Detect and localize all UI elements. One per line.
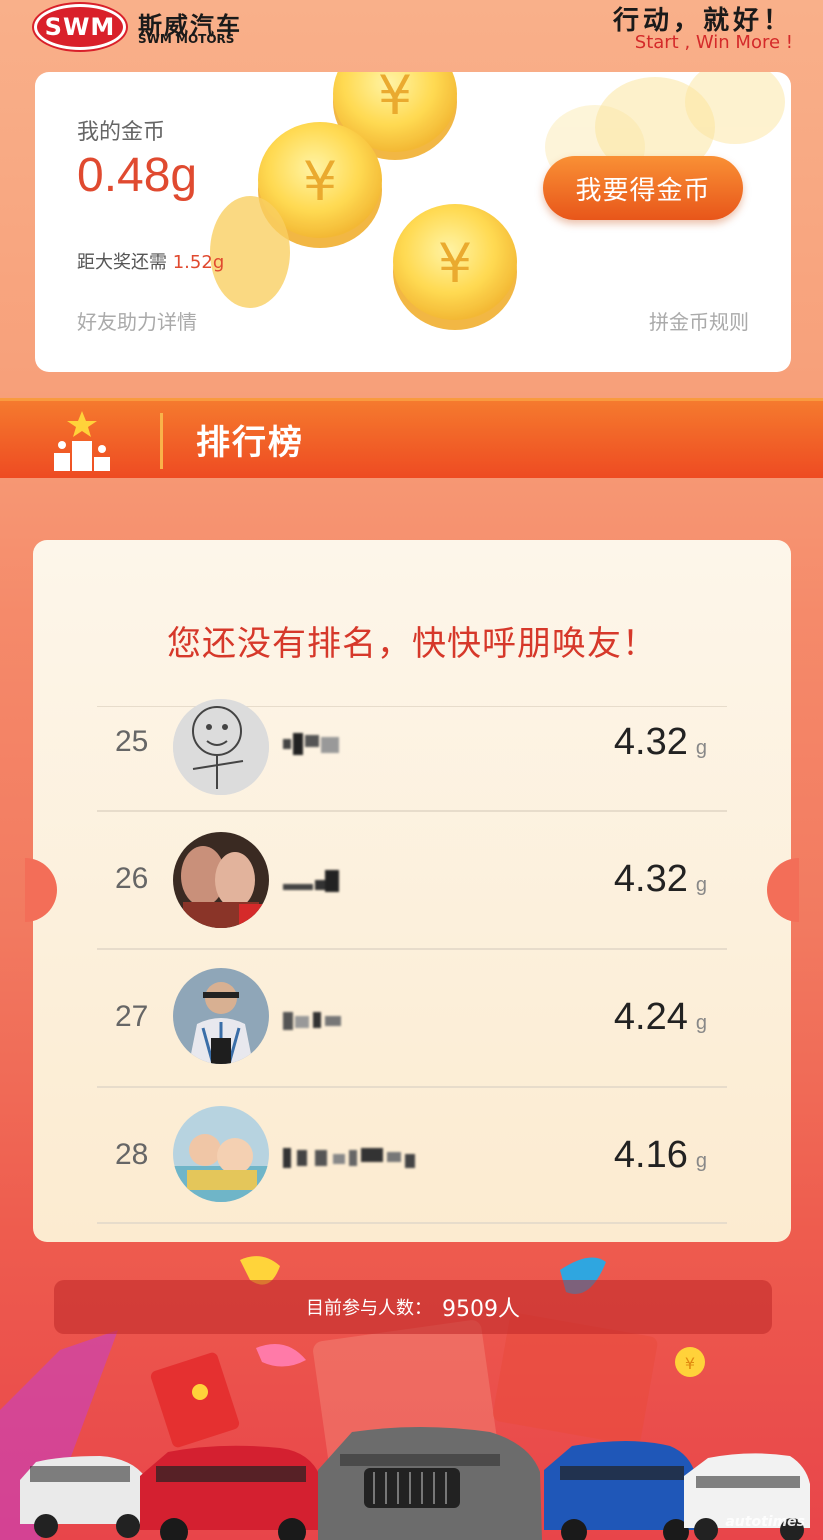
score-unit: g: [695, 1150, 707, 1172]
leaderboard-header: 排行榜: [0, 398, 823, 478]
username-pixelated: [283, 1148, 415, 1168]
avatar: [173, 832, 269, 928]
username-pixelated: [283, 1012, 341, 1030]
participant-count: 9509人: [442, 1297, 520, 1322]
rank-number: 25: [115, 725, 149, 758]
svg-text:¥: ¥: [438, 232, 472, 295]
score-number: 4.16: [613, 1134, 688, 1176]
username-pixelated: [283, 870, 339, 892]
svg-text:¥: ¥: [378, 72, 412, 127]
score-value: 4.24 g: [614, 996, 707, 1039]
remaining-value: 1.52g: [172, 252, 225, 273]
score-value: 4.16 g: [614, 1134, 707, 1177]
svg-text:¥: ¥: [303, 150, 337, 213]
list-item[interactable]: 26 4.32 g: [97, 810, 727, 948]
ticket-notch-left: [25, 858, 57, 922]
svg-text:¥: ¥: [685, 1354, 695, 1373]
score-unit: g: [695, 874, 707, 896]
rank-number: 27: [115, 1000, 149, 1033]
app-header: SWM 斯威汽车 SWM MOTORS 行动，就好！ Start , Win M…: [0, 0, 823, 70]
list-item[interactable]: 28 4.16 g: [97, 1086, 727, 1224]
remaining-to-prize: 距大奖还需 1.52g: [77, 248, 224, 274]
friend-help-details-link[interactable]: 好友助力详情: [77, 306, 197, 335]
username-pixelated: [283, 733, 339, 755]
leaderboard-card: 您还没有排名，快快呼朋唤友！ 25 4.32 g 26 4.32 g 27 4.…: [25, 540, 799, 1242]
my-gold-card: ¥ ¥ ¥ 我的金币 0.48g 距大奖还需 1.52g 我要得金币 好友助力详…: [35, 72, 791, 372]
participant-count-bar: 目前参与人数： 9509人: [54, 1280, 772, 1334]
remaining-label: 距大奖还需: [77, 252, 167, 273]
podium-star-icon: [54, 411, 110, 471]
no-rank-message: 您还没有排名，快快呼朋唤友！: [167, 624, 657, 664]
my-gold-label: 我的金币: [77, 120, 166, 145]
list-item[interactable]: 27 4.24 g: [97, 948, 727, 1086]
get-gold-button[interactable]: 我要得金币: [543, 156, 743, 220]
ticket-notch-right: [767, 858, 799, 922]
score-number: 4.32: [613, 858, 688, 900]
leaderboard-title: 排行榜: [196, 423, 304, 463]
score-value: 4.32 g: [614, 858, 707, 901]
rank-number: 28: [115, 1138, 149, 1171]
rank-number: 26: [115, 862, 149, 895]
score-unit: g: [695, 1012, 707, 1034]
swm-logo-icon: SWM: [34, 4, 126, 50]
watermark: autotimes: [725, 1514, 805, 1530]
avatar: [173, 699, 269, 795]
score-unit: g: [695, 737, 707, 759]
list-item[interactable]: 25 4.32 g: [97, 699, 727, 810]
divider: [160, 413, 163, 469]
score-value: 4.32 g: [614, 721, 707, 764]
leaderboard-list: 25 4.32 g 26 4.32 g 27 4.24 g 28 4.16 g: [97, 699, 727, 1224]
avatar: [173, 968, 269, 1064]
avatar: [173, 1106, 269, 1202]
my-gold-value: 0.48g: [77, 149, 198, 202]
score-number: 4.32: [613, 721, 688, 763]
gold-rules-link[interactable]: 拼金币规则: [649, 306, 749, 335]
brand-name-en: SWM MOTORS: [138, 32, 235, 46]
score-number: 4.24: [613, 996, 688, 1038]
slogan-en: Start , Win More !: [634, 32, 793, 53]
participant-label: 目前参与人数：: [306, 1298, 432, 1319]
